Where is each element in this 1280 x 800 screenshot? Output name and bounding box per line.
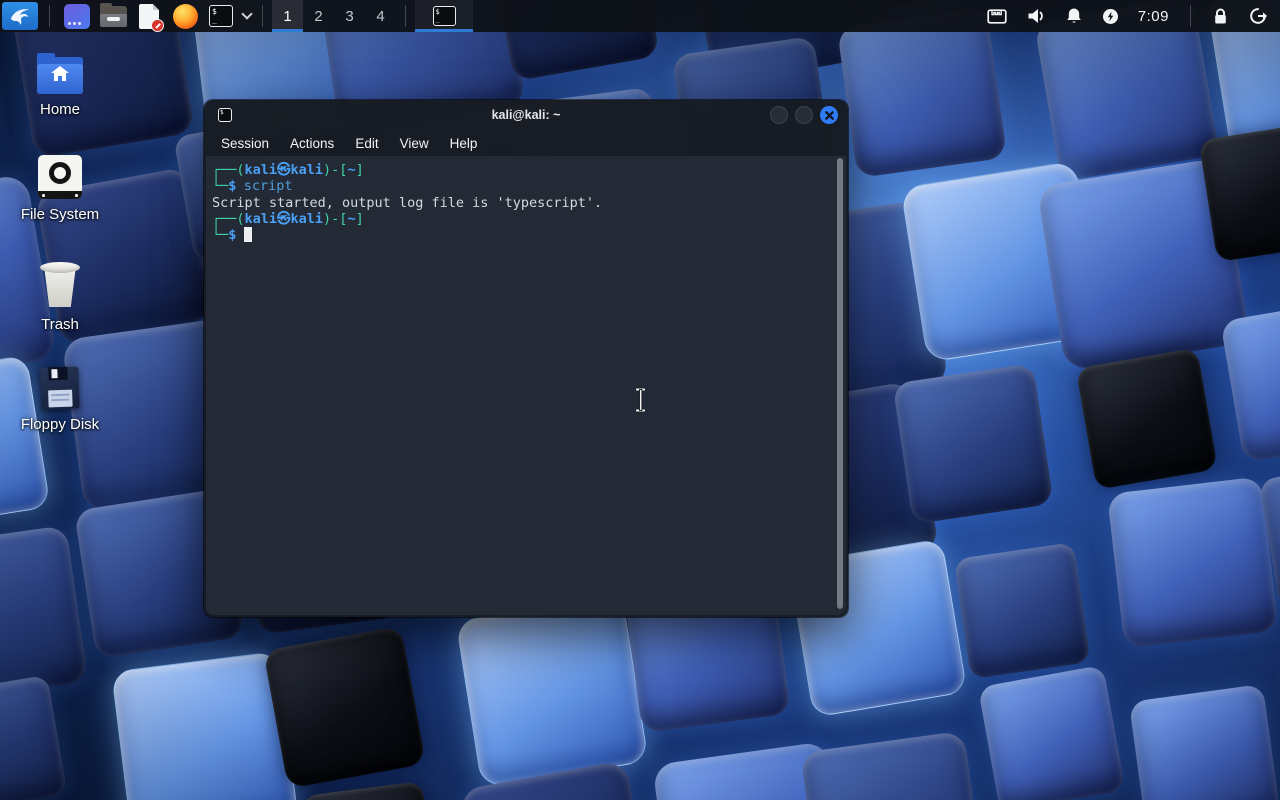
wallpaper-cube: [978, 665, 1125, 800]
ibeam-text-pointer: [632, 387, 649, 418]
command-line: └─$script: [212, 178, 832, 194]
prompt-line: ┌──(kali㉿kali)-[~]: [212, 211, 832, 227]
firefox-icon: [173, 4, 198, 29]
launcher-firefox[interactable]: [169, 2, 201, 30]
panel-separator: [262, 5, 263, 27]
logout-icon[interactable]: [1248, 6, 1268, 26]
menu-view[interactable]: View: [391, 133, 438, 154]
menu-session[interactable]: Session: [212, 133, 278, 154]
clock[interactable]: 7:09: [1138, 8, 1169, 25]
power-manager-icon[interactable]: [1102, 8, 1119, 25]
kali-menu-button[interactable]: [2, 2, 38, 30]
wallpaper-cube: [837, 8, 1007, 178]
terminal-screen[interactable]: ┌──(kali㉿kali)-[~] └─$script Script star…: [206, 156, 846, 615]
terminal-window: $_ kali@kali: ~ Session Actions Edit Vie…: [204, 100, 848, 617]
launcher-file-manager[interactable]: [97, 2, 129, 30]
prompt-line: ┌──(kali㉿kali)-[~]: [212, 162, 832, 178]
folder-icon: [100, 6, 127, 27]
window-title: kali@kali: ~: [204, 108, 848, 122]
wallpaper-cube: [264, 626, 427, 789]
launcher-terminal[interactable]: $_: [205, 2, 237, 30]
desktop-icon-label: Home: [40, 101, 80, 118]
hard-drive-icon: [38, 155, 82, 199]
wallpaper-cube: [1129, 684, 1280, 800]
panel-separator: [49, 5, 50, 27]
kali-dragon-icon: [9, 5, 31, 27]
taskbar-window-terminal[interactable]: $_: [415, 0, 473, 32]
terminal-scrollbar[interactable]: [837, 158, 843, 609]
terminal-menubar: Session Actions Edit View Help: [204, 130, 848, 156]
network-icon[interactable]: [987, 8, 1007, 25]
desktop-icon-floppy-disk[interactable]: Floppy Disk: [12, 367, 108, 433]
terminal-icon: $_: [209, 5, 233, 27]
wallpaper-cube: [954, 542, 1092, 680]
panel-separator: [1190, 5, 1191, 27]
desktop-icon-home[interactable]: Home: [12, 57, 108, 118]
workspace-3[interactable]: 3: [334, 0, 365, 32]
floppy-disk-icon: [40, 366, 79, 409]
workspace-2[interactable]: 2: [303, 0, 334, 32]
terminal-titlebar[interactable]: $_ kali@kali: ~: [204, 100, 848, 130]
system-tray: 7:09: [987, 5, 1280, 27]
wallpaper-cube: [1076, 347, 1218, 489]
desktop-icon-trash[interactable]: Trash: [12, 261, 108, 333]
wallpaper-cube: [301, 781, 436, 800]
launcher-text-editor[interactable]: [133, 2, 165, 30]
wallpaper-cube: [892, 363, 1053, 524]
command-output: Script started, output log file is 'type…: [212, 195, 832, 211]
maximize-button[interactable]: [795, 106, 813, 124]
purple-window-icon: [64, 4, 90, 29]
wallpaper-cube: [1107, 477, 1279, 649]
home-folder-icon: [37, 57, 83, 94]
menu-edit[interactable]: Edit: [346, 133, 387, 154]
desktop-icon-label: Trash: [41, 316, 79, 333]
workspace-1[interactable]: 1: [272, 0, 303, 32]
volume-icon[interactable]: [1026, 7, 1046, 25]
close-icon: [825, 111, 834, 120]
launcher-app-window[interactable]: [61, 2, 93, 30]
document-icon: [139, 4, 159, 29]
minimize-button[interactable]: [770, 106, 788, 124]
terminal-cursor: [244, 227, 253, 242]
wallpaper-cube: [455, 595, 648, 788]
terminal-icon: $_: [218, 108, 232, 122]
wallpaper-cube: [1220, 298, 1280, 463]
lock-icon[interactable]: [1212, 7, 1229, 25]
desktop-icon-file-system[interactable]: File System: [12, 155, 108, 223]
workspace-4[interactable]: 4: [365, 0, 396, 32]
desktop-icon-label: Floppy Disk: [21, 416, 99, 433]
trash-can-icon: [36, 261, 84, 309]
wallpaper-cube: [0, 675, 68, 800]
wallpaper-cube: [0, 525, 88, 703]
close-button[interactable]: [820, 106, 838, 124]
top-panel: $_ 1 2 3 4 $_: [0, 0, 1280, 32]
desktop-icon-label: File System: [21, 206, 99, 223]
menu-help[interactable]: Help: [441, 133, 487, 154]
prompt-line-current: └─$: [212, 227, 832, 243]
panel-separator: [405, 5, 406, 27]
notifications-bell-icon[interactable]: [1065, 7, 1083, 25]
wallpaper-cube: [800, 730, 985, 800]
terminal-icon: $_: [433, 6, 456, 26]
menu-actions[interactable]: Actions: [281, 133, 343, 154]
chevron-down-icon[interactable]: [241, 8, 252, 19]
